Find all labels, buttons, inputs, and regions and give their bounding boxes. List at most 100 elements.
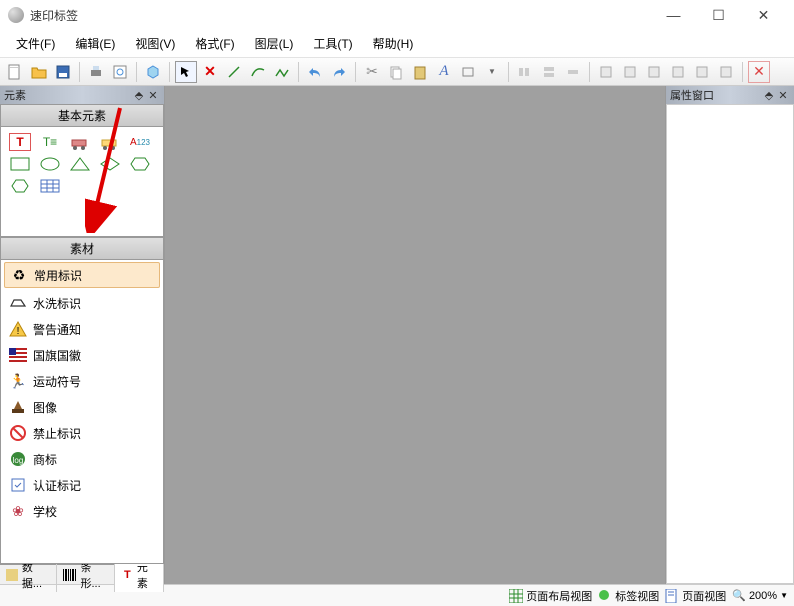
layer6-icon[interactable] — [715, 61, 737, 83]
school-icon: ❀ — [9, 502, 27, 520]
left-tabs: 数据... 条形... T元素 — [0, 564, 164, 584]
font-icon[interactable]: A — [433, 61, 455, 83]
basic-elements-area: T T≡ A123 — [0, 127, 164, 237]
ellipse-shape-icon[interactable] — [39, 155, 61, 173]
menu-help[interactable]: 帮助(H) — [363, 32, 424, 55]
menu-file[interactable]: 文件(F) — [6, 32, 65, 55]
layer4-icon[interactable] — [667, 61, 689, 83]
zig-icon[interactable] — [271, 61, 293, 83]
cut-icon[interactable]: ✂ — [361, 61, 383, 83]
menu-edit[interactable]: 编辑(E) — [65, 32, 125, 55]
menu-bar: 文件(F) 编辑(E) 视图(V) 格式(F) 图层(L) 工具(T) 帮助(H… — [0, 30, 794, 58]
layer1-icon[interactable] — [595, 61, 617, 83]
material-list: ♻ 常用标识 水洗标识 ! 警告通知 国旗国徽 🏃 运动符号 图像 — [0, 260, 164, 564]
rect-shape-icon[interactable] — [9, 155, 31, 173]
separator — [742, 62, 743, 82]
grid-shape-icon[interactable] — [39, 177, 61, 195]
image-icon — [9, 398, 27, 416]
cart2-icon[interactable] — [99, 133, 121, 151]
undo-icon[interactable] — [304, 61, 326, 83]
triangle-shape-icon[interactable] — [69, 155, 91, 173]
material-item-trademark[interactable]: log 商标 — [1, 446, 163, 472]
pin-icon[interactable]: ⬘ — [762, 89, 776, 102]
material-item-common[interactable]: ♻ 常用标识 — [4, 262, 160, 288]
menu-view[interactable]: 视图(V) — [125, 32, 185, 55]
minimize-button[interactable]: — — [651, 1, 696, 29]
properties-panel-title: 属性窗口 — [670, 87, 714, 103]
chevron-down-icon: ▼ — [780, 591, 788, 600]
material-item-wash[interactable]: 水洗标识 — [1, 290, 163, 316]
text-tool-icon[interactable]: T — [9, 133, 31, 151]
text-icon: T — [121, 568, 134, 582]
paste-icon[interactable] — [409, 61, 431, 83]
material-item-forbid[interactable]: 禁止标识 — [1, 420, 163, 446]
material-item-image[interactable]: 图像 — [1, 394, 163, 420]
diamond-shape-icon[interactable] — [99, 155, 121, 173]
separator — [136, 62, 137, 82]
material-item-sport[interactable]: 🏃 运动符号 — [1, 368, 163, 394]
material-item-school[interactable]: ❀ 学校 — [1, 498, 163, 524]
grid-icon — [509, 589, 523, 603]
line-icon[interactable] — [223, 61, 245, 83]
delete-icon[interactable]: ✕ — [199, 61, 221, 83]
layer2-icon[interactable] — [619, 61, 641, 83]
cart-icon[interactable] — [69, 133, 91, 151]
layer5-icon[interactable] — [691, 61, 713, 83]
text-outline-icon[interactable]: T≡ — [39, 133, 61, 151]
separator — [169, 62, 170, 82]
a123-icon[interactable]: A123 — [129, 133, 151, 151]
polygon-shape-icon[interactable] — [129, 155, 151, 173]
material-item-cert[interactable]: 认证标记 — [1, 472, 163, 498]
barcode-icon — [63, 568, 77, 582]
canvas-area[interactable] — [165, 86, 665, 584]
page-icon — [665, 589, 679, 603]
chevron-down-icon[interactable]: ▼ — [481, 61, 503, 83]
menu-tools[interactable]: 工具(T) — [303, 32, 362, 55]
window-title: 速印标签 — [30, 7, 651, 24]
align2-icon[interactable] — [538, 61, 560, 83]
close-button[interactable]: ✕ — [741, 1, 786, 29]
material-label: 水洗标识 — [33, 295, 81, 312]
save-icon[interactable] — [52, 61, 74, 83]
align1-icon[interactable] — [514, 61, 536, 83]
material-label: 警告通知 — [33, 321, 81, 338]
hexagon-shape-icon[interactable] — [9, 177, 31, 195]
pointer-icon[interactable] — [175, 61, 197, 83]
cube-icon[interactable] — [142, 61, 164, 83]
layer3-icon[interactable] — [643, 61, 665, 83]
status-zoom[interactable]: 🔍 200% ▼ — [732, 589, 788, 602]
status-layout-view[interactable]: 页面布局视图 — [509, 588, 592, 604]
basic-elements-header[interactable]: 基本元素 — [0, 104, 164, 127]
pin-icon[interactable]: ⬘ — [132, 89, 146, 102]
svg-text:!: ! — [17, 326, 20, 337]
open-icon[interactable] — [28, 61, 50, 83]
separator — [589, 62, 590, 82]
material-header[interactable]: 素材 — [0, 237, 164, 260]
iron-icon — [9, 294, 27, 312]
preview-icon[interactable] — [109, 61, 131, 83]
curve-icon[interactable] — [247, 61, 269, 83]
menu-layer[interactable]: 图层(L) — [245, 32, 304, 55]
material-label: 国旗国徽 — [33, 347, 81, 364]
material-item-warn[interactable]: ! 警告通知 — [1, 316, 163, 342]
close-icon[interactable]: ✕ — [776, 89, 790, 102]
status-label-view[interactable]: 标签视图 — [598, 588, 659, 604]
circle-icon — [598, 589, 612, 603]
print-icon[interactable] — [85, 61, 107, 83]
title-bar: 速印标签 — ☐ ✕ — [0, 0, 794, 30]
recycle-icon: ♻ — [10, 266, 28, 284]
material-label: 学校 — [33, 503, 57, 520]
new-icon[interactable] — [4, 61, 26, 83]
redo-icon[interactable] — [328, 61, 350, 83]
rect-icon[interactable] — [457, 61, 479, 83]
x-red-icon[interactable]: ✕ — [748, 61, 770, 83]
data-icon — [6, 568, 19, 582]
menu-format[interactable]: 格式(F) — [185, 32, 244, 55]
align3-icon[interactable] — [562, 61, 584, 83]
close-icon[interactable]: ✕ — [146, 89, 160, 102]
zoom-icon: 🔍 — [732, 589, 746, 602]
maximize-button[interactable]: ☐ — [696, 1, 741, 29]
status-page-view[interactable]: 页面视图 — [665, 588, 726, 604]
material-item-flag[interactable]: 国旗国徽 — [1, 342, 163, 368]
copy-icon[interactable] — [385, 61, 407, 83]
